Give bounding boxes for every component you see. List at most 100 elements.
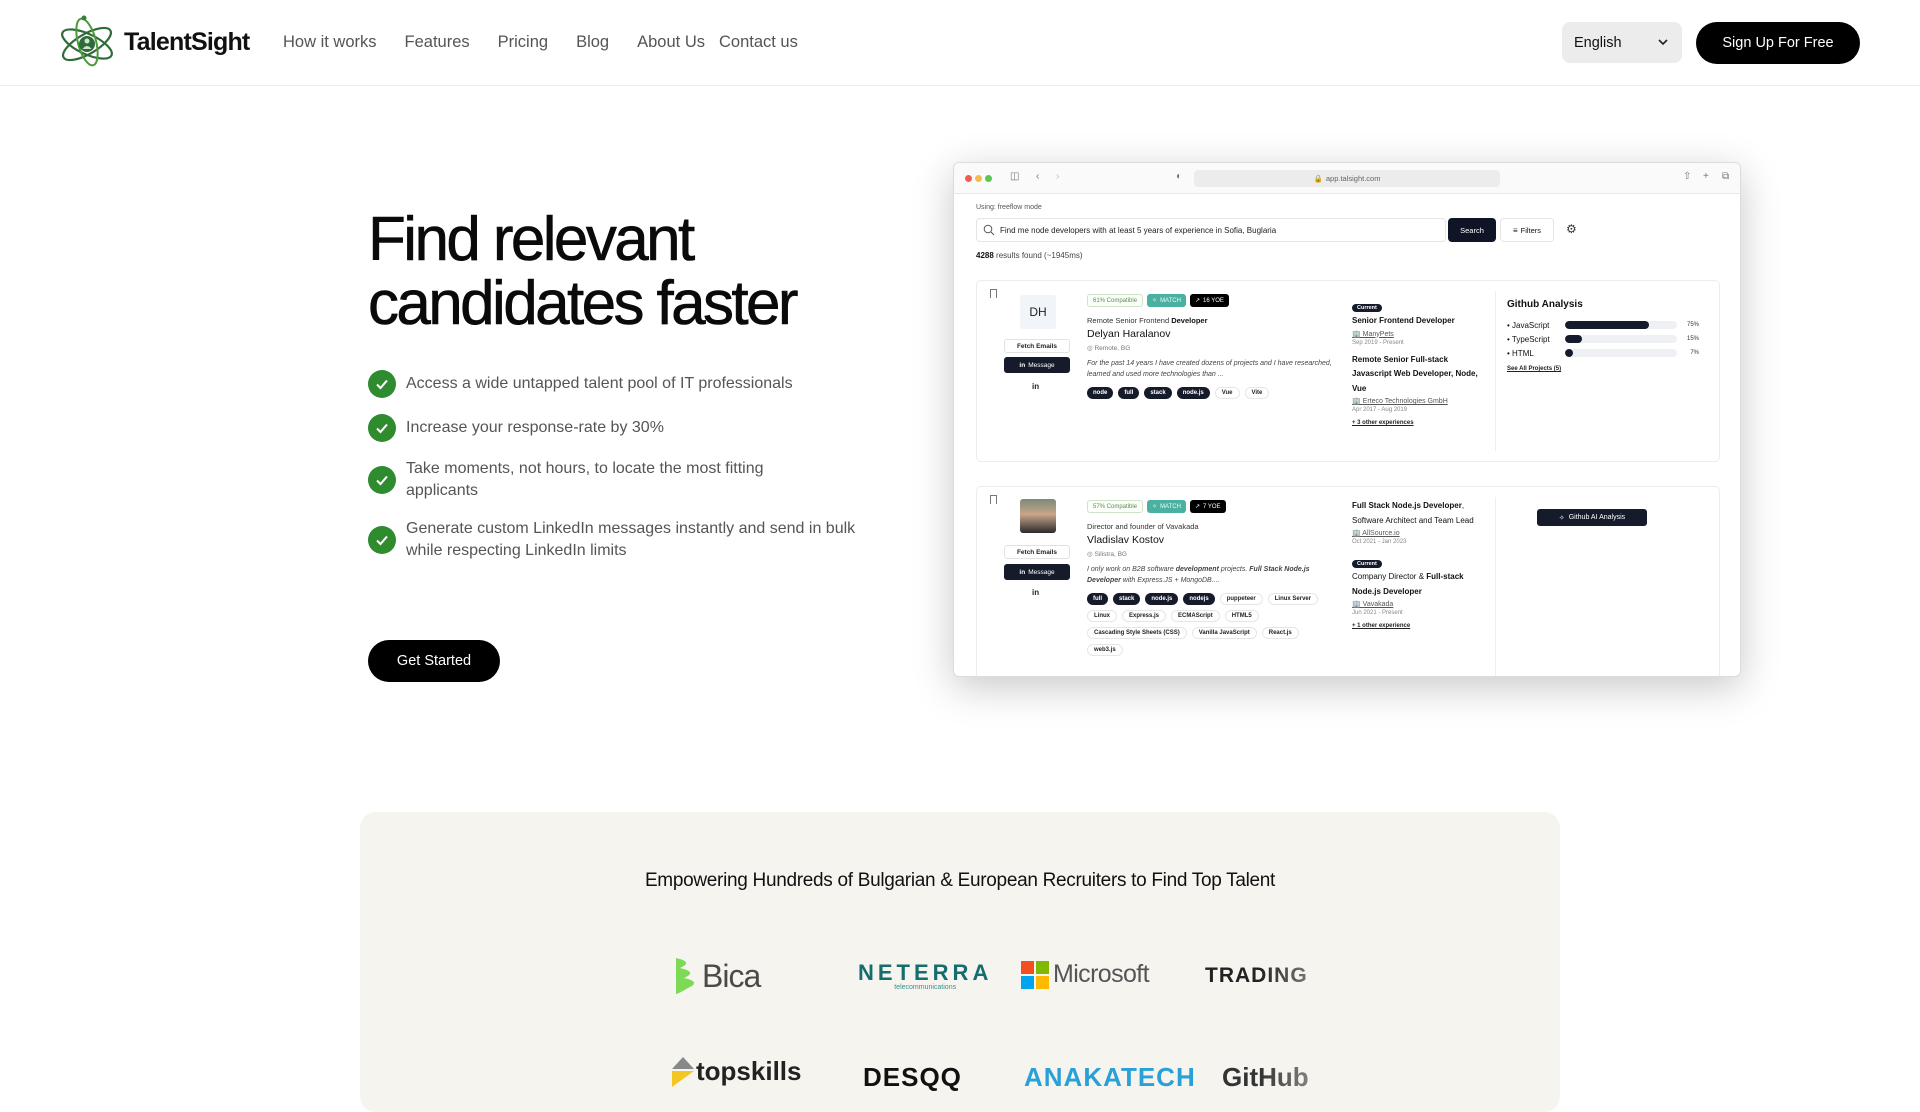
sign-up-button[interactable]: Sign Up For Free <box>1696 22 1860 64</box>
bookmark-icon[interactable] <box>990 289 997 298</box>
yoe-label: 7 YOE <box>1202 503 1221 510</box>
feature-text: Access a wide untapped talent pool of IT… <box>406 375 793 392</box>
nav-blog[interactable]: Blog <box>576 33 609 52</box>
site-header: TalentSight How it works Features Pricin… <box>0 0 1920 86</box>
hero-title-line2: candidates faster <box>368 269 799 338</box>
fetch-emails-button[interactable]: Fetch Emails <box>1004 339 1070 353</box>
skill-tag: node <box>1087 387 1114 399</box>
bica-mark-icon <box>676 958 695 994</box>
skill-tag: Vite <box>1244 387 1270 399</box>
feature-item: Generate custom LinkedIn messages instan… <box>368 518 868 562</box>
search-button[interactable]: Search <box>1448 218 1496 242</box>
skill-tag: Linux Server <box>1267 593 1319 605</box>
candidate-card[interactable]: Fetch Emails in Message in 57% Compatibl… <box>976 486 1720 676</box>
language-bar-track <box>1565 349 1677 357</box>
experience-dates: Jun 2021 - Present <box>1352 610 1403 616</box>
nav-features[interactable]: Features <box>405 33 470 52</box>
shield-icon: ◐ <box>1176 171 1183 182</box>
skill-tag: Linux <box>1087 610 1117 622</box>
nav-contact-us[interactable]: Contact us <box>719 33 798 52</box>
bookmark-icon[interactable] <box>990 495 997 504</box>
more-experiences-link[interactable]: + 3 other experiences <box>1352 420 1487 426</box>
linkedin-icon[interactable]: in <box>1032 382 1039 391</box>
search-query: Find me node developers with at least 5 … <box>1000 225 1277 235</box>
nav-how-it-works[interactable]: How it works <box>283 33 377 52</box>
main-nav: How it works Features Pricing Blog About… <box>283 33 798 52</box>
avatar: DH <box>1020 295 1056 329</box>
message-label: Message <box>1028 568 1055 576</box>
check-circle-icon <box>368 370 396 398</box>
nav-about-us[interactable]: About Us <box>637 33 705 52</box>
building-icon: 🏢 <box>1352 601 1363 608</box>
candidate-name[interactable]: Vladislav Kostov <box>1087 534 1164 546</box>
skill-tag: node.js <box>1176 387 1210 399</box>
sparkle-icon: ✧ <box>1152 504 1158 510</box>
new-tab-icon: + <box>1703 171 1709 182</box>
filters-label: Filters <box>1520 225 1542 235</box>
skill-tag: Vanilla JavaScript <box>1191 627 1257 639</box>
brand-logo[interactable]: TalentSight <box>58 14 250 70</box>
language-value: English <box>1574 34 1622 51</box>
skill-tag: node.js <box>1145 593 1179 605</box>
experience-list: Current Senior Frontend Developer 🏢 Many… <box>1352 296 1487 426</box>
match-badge: ✧ MATCH <box>1147 500 1186 513</box>
microsoft-logo-icon <box>1021 960 1049 989</box>
compatibility-badge: 57% Compatible <box>1087 500 1144 513</box>
arrow-up-right-icon: ↗ <box>1194 298 1200 304</box>
candidate-badges: 61% Compatible ✧ MATCH ↗ 16 YOE <box>1087 294 1229 307</box>
brand-name: TalentSight <box>124 27 250 56</box>
feature-item: Access a wide untapped talent pool of IT… <box>368 370 868 398</box>
experience-company-link[interactable]: 🏢 ManyPets <box>1352 330 1487 338</box>
candidate-name[interactable]: Delyan Haralanov <box>1087 328 1170 340</box>
chevron-down-icon <box>1658 39 1668 46</box>
get-started-button[interactable]: Get Started <box>368 640 500 682</box>
results-count: 4288 <box>976 251 994 260</box>
feature-item: Take moments, not hours, to locate the m… <box>368 458 868 502</box>
message-label: Message <box>1028 361 1055 369</box>
language-bar-fill <box>1565 349 1573 357</box>
skill-tag: Cascading Style Sheets (CSS) <box>1087 627 1187 639</box>
github-ai-analysis-button[interactable]: ✧ Github AI Analysis <box>1537 509 1647 526</box>
linkedin-icon[interactable]: in <box>1032 588 1039 597</box>
app-preview-window: ◫ ‹ › ◐ 🔒 app.talsight.com ⇧ + ⧉ Using: … <box>953 162 1741 677</box>
language-bar-track <box>1565 335 1677 343</box>
skill-tag: full <box>1087 593 1108 605</box>
experience-dates: Apr 2017 - Aug 2019 <box>1352 407 1408 413</box>
match-badge: ✧ MATCH <box>1147 294 1186 307</box>
yoe-badge: ↗ 16 YOE <box>1189 294 1229 307</box>
github-language-row: • JavaScript 75% <box>1507 318 1707 332</box>
github-analysis-title: Github Analysis <box>1507 299 1583 310</box>
minimize-dot-icon <box>975 175 982 182</box>
language-select[interactable]: English <box>1562 22 1682 63</box>
experience-company-link[interactable]: 🏢 AllSource.io <box>1352 529 1487 537</box>
logo-anakatech: ANAKATECH <box>1024 1062 1196 1092</box>
language-name: • HTML <box>1507 348 1534 358</box>
experience-title: Full Stack Node.js Developer, Software A… <box>1352 501 1474 525</box>
experience-company-link[interactable]: 🏢 Erteco Technologies GmbH <box>1352 397 1487 405</box>
language-name: • JavaScript <box>1507 320 1550 330</box>
check-circle-icon <box>368 414 396 442</box>
language-percent: 7% <box>1690 350 1699 356</box>
filters-button[interactable]: ≡ Filters <box>1500 218 1554 242</box>
language-percent: 15% <box>1686 336 1699 342</box>
experience-title: Company Director & Full-stack Node.js De… <box>1352 572 1464 596</box>
gear-icon[interactable]: ⚙ <box>1566 222 1577 236</box>
fetch-emails-button[interactable]: Fetch Emails <box>1004 545 1070 559</box>
see-all-projects-link[interactable]: See All Projects (5) <box>1507 366 1707 372</box>
skill-tag: React.js <box>1261 627 1299 639</box>
atom-logo-icon <box>61 15 113 67</box>
candidate-search-input[interactable]: Find me node developers with at least 5 … <box>976 218 1446 242</box>
nav-pricing[interactable]: Pricing <box>498 33 548 52</box>
more-experiences-link[interactable]: + 1 other experience <box>1352 623 1487 629</box>
building-icon: 🏢 <box>1352 398 1363 405</box>
message-button[interactable]: in Message <box>1004 357 1070 373</box>
sparkle-icon: ✧ <box>1152 298 1158 304</box>
message-button[interactable]: in Message <box>1004 564 1070 580</box>
linkedin-icon: in <box>1019 568 1026 576</box>
check-circle-icon <box>368 526 396 554</box>
skill-tag: ECMAScript <box>1171 610 1220 622</box>
experience-company-link[interactable]: 🏢 Vavakada <box>1352 600 1487 608</box>
feature-text: Generate custom LinkedIn messages instan… <box>406 520 856 559</box>
building-icon: 🏢 <box>1352 530 1363 537</box>
candidate-card[interactable]: DH Fetch Emails in Message in 61% Compat… <box>976 280 1720 462</box>
